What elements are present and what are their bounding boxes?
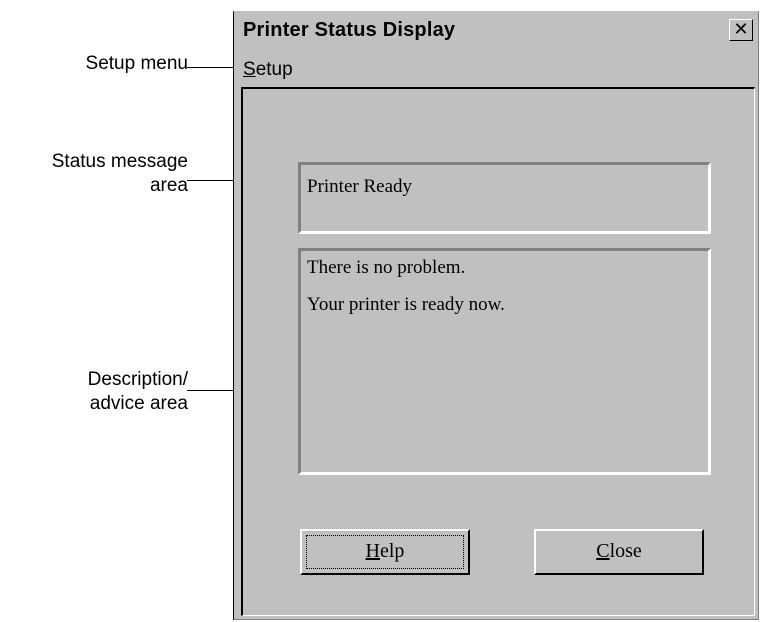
annotation-status-message-area: Status message area [51, 151, 188, 196]
annotation-setup-menu: Setup menu [85, 53, 188, 74]
menu-setup-mnemonic: S [243, 59, 256, 80]
leader-line-setup [187, 67, 238, 68]
close-icon[interactable]: ✕ [729, 19, 753, 41]
status-message: Printer Ready [307, 176, 413, 197]
description-line: Your printer is ready now. [307, 294, 505, 315]
title-bar[interactable]: Printer Status Display ✕ [237, 15, 755, 45]
help-button[interactable]: Help [300, 529, 470, 575]
menu-setup[interactable]: Setup [243, 59, 293, 81]
description-advice-area: There is no problem. Your printer is rea… [298, 248, 711, 475]
close-button-mnemonic: C [596, 540, 610, 562]
menu-bar: Setup [237, 57, 755, 85]
window-title: Printer Status Display [243, 19, 456, 41]
printer-status-window: Printer Status Display ✕ Setup Printer R… [233, 11, 759, 620]
close-button[interactable]: Close [534, 529, 704, 575]
close-button-label: lose [609, 540, 642, 562]
menu-setup-label: etup [255, 59, 293, 80]
status-message-area: Printer Ready [298, 162, 711, 234]
help-button-label: elp [380, 540, 405, 562]
description-line: There is no problem. [307, 257, 466, 278]
help-button-mnemonic: H [365, 540, 380, 562]
annotation-description-area: Description/ advice area [87, 369, 188, 414]
